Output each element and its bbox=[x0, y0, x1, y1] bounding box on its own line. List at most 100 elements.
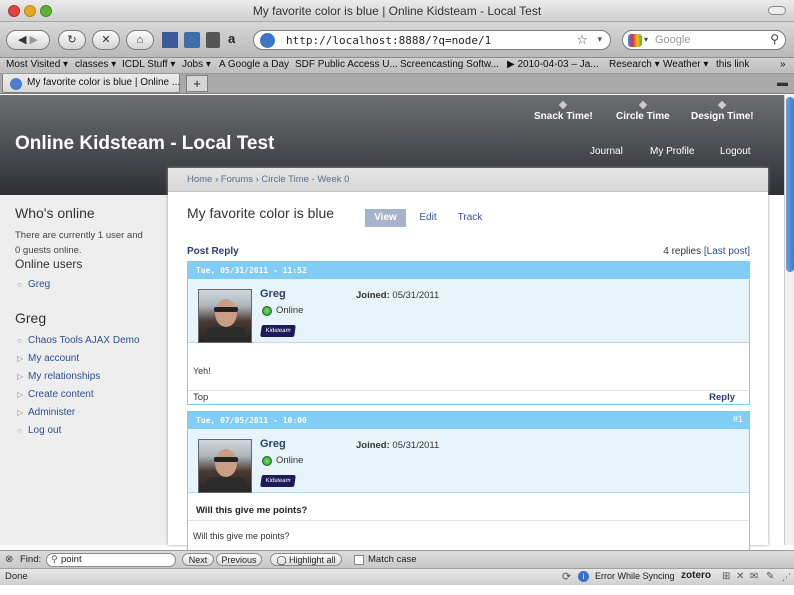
resize-grip-icon[interactable]: ⋰ bbox=[782, 572, 791, 583]
match-case-label: Match case bbox=[368, 554, 417, 565]
post-author-panel: Greg Online Kidsteam Joined: 05/31/2011 bbox=[188, 279, 749, 343]
menu-administer[interactable]: Administer bbox=[28, 407, 75, 418]
home-button[interactable]: ⌂ bbox=[126, 30, 154, 50]
author-name[interactable]: Greg bbox=[260, 288, 286, 300]
bookmark-item[interactable]: this link bbox=[716, 59, 749, 70]
post-reply-link[interactable]: Post Reply bbox=[187, 246, 239, 257]
back-forward-button[interactable]: ◀ ▶ bbox=[6, 30, 50, 50]
addon-icon[interactable]: ✉ bbox=[750, 571, 758, 582]
search-icon[interactable]: ⚲ bbox=[770, 32, 779, 46]
tab-edit[interactable]: Edit bbox=[414, 209, 442, 227]
search-placeholder: Google bbox=[655, 34, 691, 46]
zotero-button[interactable]: zotero bbox=[681, 570, 711, 581]
bookmark-item[interactable]: Weather ▾ bbox=[663, 59, 708, 70]
secondary-link-my-profile[interactable]: My Profile bbox=[650, 146, 694, 157]
site-name[interactable]: Online Kidsteam - Local Test bbox=[15, 133, 274, 155]
scrollbar-thumb[interactable] bbox=[786, 97, 794, 272]
menu-log-out[interactable]: Log out bbox=[28, 425, 61, 436]
delicious-icon[interactable] bbox=[162, 32, 178, 48]
menu-chaos-tools[interactable]: Chaos Tools AJAX Demo bbox=[28, 335, 140, 346]
reload-button[interactable]: ↻ bbox=[58, 30, 86, 50]
bookmark-item[interactable]: A Google a Day bbox=[219, 59, 289, 70]
secondary-link-logout[interactable]: Logout bbox=[720, 146, 751, 157]
top-link[interactable]: Top bbox=[193, 392, 208, 403]
breadcrumb[interactable]: Home › Forums › Circle Time - Week 0 bbox=[168, 168, 768, 192]
url-text[interactable]: http://localhost:8888/?q=node/1 bbox=[286, 34, 491, 47]
bookmark-item[interactable]: Screencasting Softw... bbox=[400, 59, 499, 70]
tab-list-icon[interactable]: ▬ bbox=[777, 77, 788, 89]
last-post-link[interactable]: [Last post] bbox=[704, 246, 750, 257]
author-name[interactable]: Greg bbox=[260, 438, 286, 450]
tab-track[interactable]: Track bbox=[454, 209, 486, 227]
whos-online-title: Who's online bbox=[15, 205, 95, 221]
bookmark-item[interactable]: Jobs ▾ bbox=[182, 59, 211, 70]
forward-icon: ▶ bbox=[29, 34, 38, 46]
navigation-toolbar: ◀ ▶ ↻ ✕ ⌂ a http://localhost:8888/?q=nod… bbox=[0, 22, 794, 58]
info-icon[interactable]: i bbox=[578, 571, 589, 582]
online-status: Online bbox=[276, 455, 304, 466]
site-identity-icon[interactable] bbox=[260, 33, 275, 48]
highlight-icon: ◯ bbox=[276, 555, 287, 565]
collapsed-arrow-icon: ▷ bbox=[17, 354, 24, 363]
bookmarks-overflow-icon[interactable]: » bbox=[780, 59, 786, 70]
menu-create-content[interactable]: Create content bbox=[28, 389, 94, 400]
find-query[interactable]: point bbox=[61, 554, 82, 565]
highlight-all-button[interactable]: ◯ Highlight all bbox=[270, 553, 342, 566]
avatar-body bbox=[205, 477, 247, 492]
avatar[interactable] bbox=[198, 439, 252, 493]
url-dropdown-icon[interactable]: ▾ bbox=[597, 34, 602, 45]
main-content: Home › Forums › Circle Time - Week 0 My … bbox=[168, 168, 768, 551]
amazon-icon[interactable]: a bbox=[228, 31, 235, 46]
menu-my-account[interactable]: My account bbox=[28, 353, 79, 364]
bookmark-item[interactable]: ▶ 2010-04-03 – Ja... bbox=[507, 59, 599, 70]
bullet-icon: ○ bbox=[17, 280, 22, 289]
avatar-face bbox=[215, 449, 237, 477]
secondary-link-journal[interactable]: Journal bbox=[590, 146, 623, 157]
new-tab-button[interactable]: + bbox=[186, 75, 208, 92]
google-engine-icon[interactable] bbox=[628, 34, 642, 47]
match-case-checkbox[interactable] bbox=[354, 555, 364, 565]
toolbar-toggle-button[interactable] bbox=[768, 6, 786, 15]
status-text: Done bbox=[5, 571, 28, 582]
url-bar[interactable]: http://localhost:8888/?q=node/1 ☆ ▾ bbox=[253, 30, 611, 50]
bookmark-item[interactable]: Research ▾ bbox=[609, 59, 660, 70]
addon-icon[interactable]: ✎ bbox=[766, 571, 774, 582]
bookmark-item[interactable]: classes ▾ bbox=[75, 59, 116, 70]
reply-link[interactable]: Reply bbox=[709, 392, 735, 403]
tab-view[interactable]: View bbox=[365, 209, 406, 227]
bookmark-item[interactable]: SDF Public Access U... bbox=[295, 59, 398, 70]
back-icon: ◀ bbox=[18, 34, 27, 46]
primary-link-snack-time[interactable]: Snack Time! bbox=[534, 111, 593, 122]
bookmark-save-icon[interactable] bbox=[184, 32, 200, 48]
divider bbox=[188, 520, 749, 521]
stop-button[interactable]: ✕ bbox=[92, 30, 120, 50]
tag-icon[interactable] bbox=[206, 32, 220, 48]
collapsed-arrow-icon: ▷ bbox=[17, 372, 24, 381]
close-find-icon[interactable]: ⊗ bbox=[5, 554, 13, 565]
bookmark-item[interactable]: ICDL Stuff ▾ bbox=[122, 59, 175, 70]
search-bar[interactable]: ▾ Google ⚲ bbox=[622, 30, 786, 50]
home-icon: ⌂ bbox=[136, 34, 144, 46]
find-previous-button[interactable]: Previous bbox=[216, 553, 262, 566]
avatar-face bbox=[215, 299, 237, 327]
find-input[interactable]: ⚲ point bbox=[46, 553, 176, 567]
find-next-button[interactable]: Next bbox=[182, 553, 214, 566]
addon-icon[interactable]: ✕ bbox=[736, 571, 744, 582]
browser-tab[interactable]: My favorite color is blue | Online ... bbox=[2, 74, 180, 93]
vertical-scrollbar[interactable] bbox=[784, 95, 794, 545]
bookmark-item[interactable]: Most Visited ▾ bbox=[6, 59, 68, 70]
engine-dropdown-icon[interactable]: ▾ bbox=[644, 35, 648, 44]
post-number[interactable]: #1 bbox=[733, 414, 743, 424]
addon-icon[interactable]: ⊞ bbox=[722, 571, 730, 582]
avatar[interactable] bbox=[198, 289, 252, 343]
online-user-link[interactable]: Greg bbox=[28, 279, 50, 290]
menu-my-relationships[interactable]: My relationships bbox=[28, 371, 100, 382]
primary-link-circle-time[interactable]: Circle Time bbox=[616, 111, 670, 122]
sync-icon[interactable]: ⟳ bbox=[562, 570, 571, 583]
stop-icon: ✕ bbox=[101, 34, 111, 46]
bookmark-star-icon[interactable]: ☆ bbox=[576, 32, 588, 48]
tab-label: My favorite color is blue | Online ... bbox=[27, 77, 181, 88]
window-title: My favorite color is blue | Online Kidst… bbox=[252, 4, 542, 18]
primary-link-design-time[interactable]: Design Time! bbox=[691, 111, 754, 122]
reload-icon: ↻ bbox=[67, 34, 77, 46]
